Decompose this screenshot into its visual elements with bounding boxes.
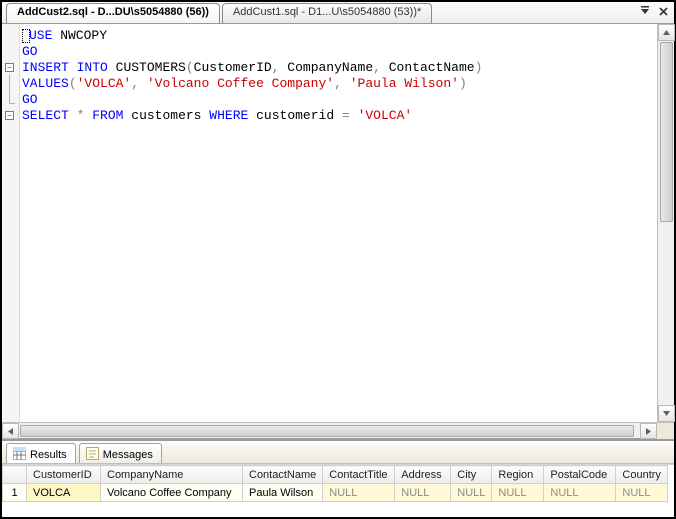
results-grid-container[interactable]: CustomerIDCompanyNameContactNameContactT… xyxy=(2,464,674,517)
messages-tab-label: Messages xyxy=(103,449,153,461)
grid-column-header[interactable]: City xyxy=(451,466,492,484)
scrollbar-thumb[interactable] xyxy=(20,425,634,437)
horizontal-scrollbar[interactable] xyxy=(2,422,674,439)
scroll-down-icon[interactable] xyxy=(658,405,675,422)
grid-column-header[interactable]: CustomerID xyxy=(27,466,101,484)
grid-cell[interactable]: NULL xyxy=(451,484,492,502)
vertical-scrollbar[interactable] xyxy=(657,24,674,422)
document-tab-label: AddCust1.sql - D1...U\s5054880 (53))* xyxy=(233,6,421,18)
grid-column-header[interactable]: CompanyName xyxy=(101,466,243,484)
grid-header-row: CustomerIDCompanyNameContactNameContactT… xyxy=(3,466,668,484)
tabbar-controls xyxy=(638,4,670,18)
row-number[interactable]: 1 xyxy=(3,484,27,502)
grid-column-header[interactable]: Country xyxy=(616,466,668,484)
table-row[interactable]: 1VOLCAVolcano Coffee CompanyPaula Wilson… xyxy=(3,484,668,502)
scroll-right-icon[interactable] xyxy=(640,423,657,439)
app-frame: AddCust2.sql - D...DU\s5054880 (56)) Add… xyxy=(0,0,676,519)
grid-column-header[interactable]: Region xyxy=(492,466,544,484)
results-panel: Results Messages CustomerIDCompanyNameCo… xyxy=(2,439,674,517)
document-tab-active[interactable]: AddCust2.sql - D...DU\s5054880 (56)) xyxy=(6,3,220,23)
results-tab[interactable]: Results xyxy=(6,443,76,463)
fold-end-icon xyxy=(9,103,15,104)
grid-column-header[interactable]: ContactTitle xyxy=(323,466,395,484)
grid-cell[interactable]: NULL xyxy=(395,484,451,502)
grid-column-header[interactable]: PostalCode xyxy=(544,466,616,484)
scroll-up-icon[interactable] xyxy=(658,24,675,41)
grid-cell[interactable]: NULL xyxy=(323,484,395,502)
grid-cell[interactable]: Volcano Coffee Company xyxy=(101,484,243,502)
active-files-dropdown-icon[interactable] xyxy=(638,4,652,18)
grid-corner xyxy=(3,466,27,484)
results-grid[interactable]: CustomerIDCompanyNameContactNameContactT… xyxy=(2,465,668,502)
document-tab-label: AddCust2.sql - D...DU\s5054880 (56)) xyxy=(17,6,209,18)
messages-tab[interactable]: Messages xyxy=(79,443,162,463)
grid-cell[interactable]: VOLCA xyxy=(27,484,101,502)
grid-column-header[interactable]: ContactName xyxy=(243,466,323,484)
fold-gutter xyxy=(2,24,20,422)
grid-cell[interactable]: NULL xyxy=(544,484,616,502)
fold-guide xyxy=(9,74,10,103)
code-text[interactable]: USE NWCOPY GO INSERT INTO CUSTOMERS(Cust… xyxy=(20,24,657,422)
grid-cell[interactable]: NULL xyxy=(616,484,668,502)
results-tab-label: Results xyxy=(30,449,67,461)
fold-toggle-icon[interactable] xyxy=(5,111,14,120)
grid-cell[interactable]: NULL xyxy=(492,484,544,502)
close-tab-icon[interactable] xyxy=(656,4,670,18)
document-tab[interactable]: AddCust1.sql - D1...U\s5054880 (53))* xyxy=(222,3,432,23)
scroll-left-icon[interactable] xyxy=(2,423,19,439)
results-tab-bar: Results Messages xyxy=(2,441,674,464)
document-tab-bar: AddCust2.sql - D...DU\s5054880 (56)) Add… xyxy=(2,2,674,24)
sql-editor[interactable]: USE NWCOPY GO INSERT INTO CUSTOMERS(Cust… xyxy=(2,24,674,422)
editor-area: USE NWCOPY GO INSERT INTO CUSTOMERS(Cust… xyxy=(2,24,674,439)
messages-icon xyxy=(86,447,99,463)
scrollbar-corner xyxy=(657,423,674,439)
scrollbar-thumb[interactable] xyxy=(660,42,673,222)
grid-cell[interactable]: Paula Wilson xyxy=(243,484,323,502)
grid-icon xyxy=(13,447,26,463)
grid-column-header[interactable]: Address xyxy=(395,466,451,484)
fold-toggle-icon[interactable] xyxy=(5,63,14,72)
